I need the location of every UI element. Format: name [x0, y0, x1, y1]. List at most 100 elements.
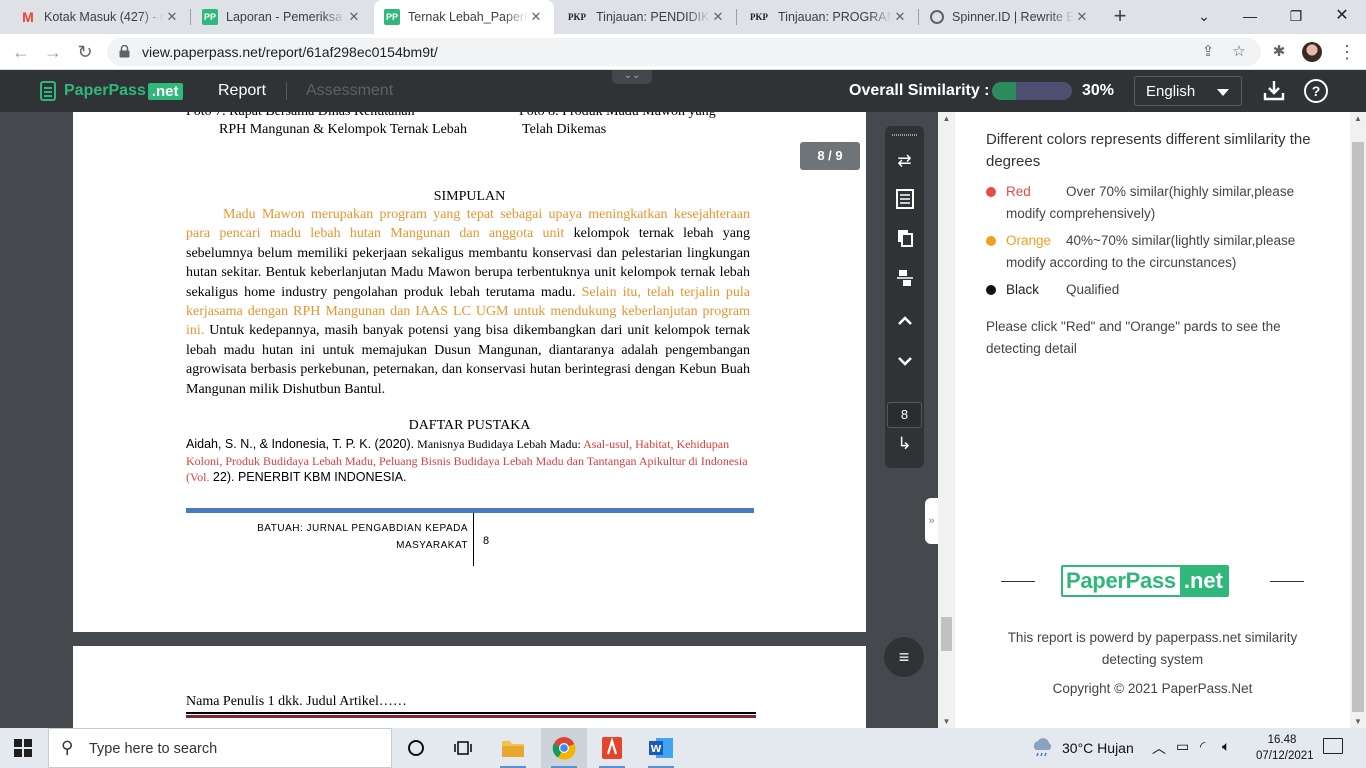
help-icon[interactable]: ? — [1304, 79, 1328, 103]
chevron-down-icon[interactable] — [892, 349, 917, 373]
orange-dot-icon — [986, 236, 996, 246]
black-dot-icon — [986, 285, 996, 295]
battery-icon[interactable]: ▭ — [1176, 738, 1189, 755]
svg-text:W: W — [650, 744, 661, 755]
close-icon[interactable]: ✕ — [164, 9, 180, 25]
viewer-scrollbar[interactable]: ▲ ▼ — [938, 112, 955, 728]
word-icon[interactable]: W — [638, 728, 684, 768]
legend-panel: Different colors represents different si… — [955, 112, 1350, 728]
tab-spinner[interactable]: Spinner.ID | Rewrite Er ✕ — [920, 0, 1100, 34]
reload-icon[interactable]: ↻ — [74, 41, 96, 63]
copyright-text: Copyright © 2021 PaperPass.Net — [1052, 681, 1253, 696]
file-explorer-icon[interactable] — [490, 728, 536, 768]
clock[interactable]: 16.48 07/12/2021 — [1256, 732, 1314, 764]
pp-icon: PP — [202, 9, 218, 25]
download-icon[interactable] — [1262, 79, 1286, 103]
close-window-icon[interactable]: ✕ — [1330, 5, 1354, 27]
chevron-up-icon[interactable] — [892, 309, 917, 333]
pkp-icon: PKP — [750, 12, 768, 22]
expand-panel-icon[interactable]: » — [925, 498, 938, 544]
minimize-icon[interactable]: — — [1238, 5, 1262, 27]
tab-title: Spinner.ID | Rewrite Er — [952, 10, 1074, 24]
close-icon[interactable]: ✕ — [346, 9, 362, 25]
extensions-icon[interactable]: ✱ — [1268, 41, 1290, 63]
back-icon[interactable]: ← — [10, 41, 32, 63]
close-icon[interactable]: ✕ — [710, 9, 726, 25]
panel-title: Different colors represents different si… — [986, 131, 1311, 170]
rain-cloud-icon — [1033, 738, 1052, 757]
header-rule — [186, 712, 756, 714]
windows-start-icon[interactable] — [14, 739, 32, 757]
divider — [1270, 581, 1304, 582]
restore-icon[interactable]: ❐ — [1284, 5, 1308, 27]
document-page: Nama Penulis 1 dkk. Judul Artikel…… — [73, 646, 866, 728]
avatar[interactable] — [1302, 42, 1322, 62]
windows-taskbar: ⚲ Type here to search W 30°C Hujan ︿ ▭ ◜… — [0, 728, 1366, 768]
page-indicator: 8 / 9 — [800, 142, 860, 170]
similarity-value: 30% — [1082, 82, 1115, 99]
chrome-icon[interactable] — [541, 728, 587, 768]
copy-icon[interactable] — [892, 229, 917, 253]
compare-icon[interactable] — [892, 269, 917, 293]
nav-assessment[interactable]: Assessment — [306, 82, 393, 100]
menu-icon[interactable]: ≡ — [884, 637, 924, 677]
tab-pendidikan[interactable]: PKP Tinjauan: PENDIDIKAN ✕ — [556, 0, 736, 34]
forward-icon[interactable]: → — [42, 41, 64, 63]
photo-caption: Foto 7. Rapat Bersama Dinas Kehutanan — [186, 112, 415, 120]
panel-note: Please click "Red" and "Orange" pards to… — [986, 319, 1281, 356]
pdf-reader-icon[interactable] — [589, 728, 635, 768]
similarity-label: Overall Similarity : — [849, 82, 990, 99]
viewer-toolbar: ⇄ 8 ↳ — [885, 126, 924, 468]
tab-search-icon[interactable]: ⌄ — [1192, 5, 1216, 27]
menu-dots-icon[interactable]: ⋮ — [1336, 41, 1358, 63]
chevron-up-icon[interactable]: ︿ — [1152, 738, 1166, 758]
panel-scrollbar[interactable]: ▲ ▼ — [1350, 112, 1366, 728]
tab-ternak-lebah[interactable]: PP Ternak Lebah_PaperPa ✕ — [374, 0, 554, 34]
tab-title: Ternak Lebah_PaperPa — [408, 10, 528, 24]
list-doc-icon[interactable] — [892, 189, 917, 213]
page-number-input[interactable]: 8 — [887, 402, 922, 428]
document-page: Foto 7. Rapat Bersama Dinas Kehutanan RP… — [73, 112, 866, 632]
photo-caption: RPH Mangunan & Kelompok Ternak Lebah — [219, 122, 467, 137]
go-to-page-icon[interactable]: ↳ — [892, 432, 917, 456]
footer-divider — [473, 513, 474, 566]
scrollbar-thumb[interactable] — [1352, 142, 1364, 712]
url-text: view.paperpass.net/report/61af298ec0154b… — [142, 44, 438, 60]
language-select[interactable]: English — [1134, 76, 1242, 106]
tab-title: Tinjauan: PENDIDIKAN — [596, 10, 710, 24]
tab-gmail[interactable]: M Kotak Masuk (427) - m ✕ — [10, 0, 190, 34]
drag-handle[interactable] — [892, 134, 917, 136]
scrollbar-thumb[interactable] — [941, 617, 952, 651]
document-viewer: Foto 7. Rapat Bersama Dinas Kehutanan RP… — [0, 112, 938, 728]
share-icon[interactable]: ⇪ — [1198, 42, 1218, 62]
omnibox[interactable]: view.paperpass.net/report/61af298ec0154b… — [107, 38, 1261, 66]
taskbar-search-input[interactable]: ⚲ Type here to search — [48, 728, 392, 768]
tab-laporan[interactable]: PP Laporan - Pemeriksa P ✕ — [192, 0, 372, 34]
close-icon[interactable]: ✕ — [1074, 9, 1090, 25]
tab-program[interactable]: PKP Tinjauan: PROGRAM K ✕ — [738, 0, 918, 34]
weather-widget[interactable]: 30°C Hujan — [1030, 738, 1134, 758]
task-view-icon[interactable] — [440, 728, 486, 768]
wifi-icon[interactable]: ◜ — [1200, 738, 1205, 755]
footer-rule — [186, 508, 754, 513]
photo-caption: Telah Dikemas — [522, 122, 607, 137]
cortana-icon[interactable] — [393, 728, 439, 768]
running-header: Nama Penulis 1 dkk. Judul Artikel…… — [186, 694, 407, 709]
collapse-header-icon[interactable]: ⌄⌄ — [612, 70, 652, 84]
paperpass-logo[interactable]: PaperPass .net — [40, 80, 183, 102]
app-header: PaperPass .net Report Assessment ⌄⌄ Over… — [0, 70, 1366, 112]
nav-report[interactable]: Report — [218, 82, 266, 100]
volume-icon[interactable]: 🔈︎ — [1222, 738, 1230, 755]
address-bar: ← → ↻ view.paperpass.net/report/61af298e… — [0, 34, 1366, 70]
new-tab-icon[interactable]: + — [1108, 5, 1132, 29]
bookmark-star-icon[interactable]: ☆ — [1229, 42, 1249, 62]
swap-icon[interactable]: ⇄ — [892, 149, 917, 173]
close-icon[interactable]: ✕ — [528, 9, 544, 25]
search-icon: ⚲ — [61, 738, 74, 757]
section-heading: SIMPULAN — [433, 189, 506, 204]
lock-icon — [119, 45, 130, 58]
tab-title: Tinjauan: PROGRAM K — [778, 10, 892, 24]
close-icon[interactable]: ✕ — [892, 9, 908, 25]
divider — [1001, 581, 1035, 582]
notification-icon[interactable] — [1323, 738, 1343, 754]
